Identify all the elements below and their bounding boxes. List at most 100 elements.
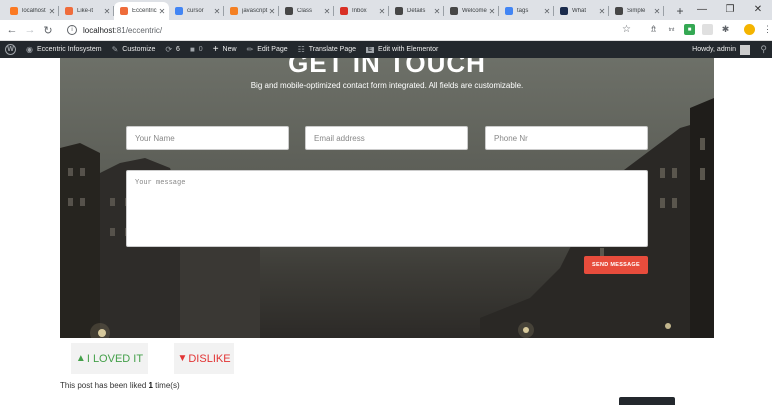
menu-icon[interactable]: ⋮ [762,24,772,35]
address-bar[interactable]: i localhost:81/eccentric/ [63,22,663,38]
forward-icon[interactable]: → [21,24,39,36]
info-icon[interactable]: i [67,25,77,35]
pencil-icon: ✏ [246,45,254,54]
new-content-link[interactable]: + New [213,44,237,55]
tab-close-icon[interactable]: ✕ [103,7,111,16]
plugin-icon [65,7,73,15]
google-icon [505,7,513,15]
like-summary-prefix: This post has been liked [60,381,149,390]
browser-tabstrip: localhost ✕ Like-it ✕ Eccentric ✕ cursor ✕ javas… [0,0,772,20]
dislike-label: DISLIKE [188,352,231,365]
browser-tab[interactable]: Like-it ✕ [59,2,114,20]
bookmark-star-icon[interactable]: ☆ [622,24,631,35]
site-name-link[interactable]: ◉ Eccentric Infosystem [26,45,102,54]
window-controls: — ❐ ✕ [688,0,772,18]
elementor-label: Edit with Elementor [378,46,439,53]
translate-icon: ☷ [297,45,305,54]
thumbs-down-icon: ▼ [177,353,188,364]
reload-icon[interactable]: ↻ [39,24,57,37]
tab-label: Inbox [352,8,367,14]
tab-label: Like-it [77,8,94,14]
updates-icon: ⟳ [165,45,173,54]
account-menu[interactable]: Howdy, admin [692,41,750,58]
browser-toolbar: ← → ↻ i localhost:81/eccentric/ ☆ ⇯ tnt … [0,20,772,41]
new-tab-button[interactable]: + [670,2,690,20]
tab-close-icon[interactable]: ✕ [378,7,386,16]
customize-label: Customize [122,46,156,53]
back-icon[interactable]: ← [3,24,21,36]
brush-icon: ✎ [111,45,119,54]
wordpress-icon[interactable]: W [5,44,16,55]
avatar [740,44,750,55]
xampp-icon [10,7,18,15]
tab-label: Welcome [462,8,487,14]
search-icon[interactable]: ⚲ [760,44,767,55]
browser-tab[interactable]: What ✕ [554,2,609,20]
dislike-button[interactable]: ▼ DISLIKE [174,343,234,374]
plus-icon: + [212,44,219,55]
name-input[interactable]: Your Name [126,126,289,150]
extension-icon[interactable]: ⇯ [648,24,659,35]
url-path: :81/eccentric/ [114,25,163,35]
browser-tab[interactable]: localhost ✕ [4,2,59,20]
url-host: localhost [83,25,115,35]
tab-close-icon[interactable]: ✕ [488,7,496,16]
customize-link[interactable]: ✎ Customize [112,45,156,54]
browser-tab[interactable]: Welcome ✕ [444,2,499,20]
browser-tab[interactable]: Class ✕ [279,2,334,20]
tab-label: What [572,8,587,14]
profile-avatar[interactable] [744,24,755,35]
plugin-icon [120,7,128,15]
translate-label: Translate Page [308,46,357,53]
extension-icon[interactable]: tnt [666,24,677,35]
browser-tab[interactable]: Inbox ✕ [334,2,389,20]
translate-page-link[interactable]: ☷ Translate Page [298,45,356,54]
edit-page-link[interactable]: ✏ Edit Page [247,45,288,54]
updates-count: 6 [176,46,180,53]
browser-tab[interactable]: Eccentric ✕ [114,2,169,20]
message-textarea[interactable]: Your message [126,170,648,247]
tab-list: localhost ✕ Like-it ✕ Eccentric ✕ cursor ✕ javas… [4,2,664,20]
arrow-a-icon [560,7,568,15]
maximize-icon[interactable]: ❐ [716,0,744,18]
tab-close-icon[interactable]: ✕ [268,7,276,16]
tab-close-icon[interactable]: ✕ [433,7,441,16]
browser-tab[interactable]: Simple ✕ [609,2,664,20]
comments-link[interactable]: ■ 0 [190,45,203,54]
email-input[interactable]: Email address [305,126,468,150]
wp-admin-bar: W ◉ Eccentric Infosystem ✎ Customize ⟳ 6 ■ 0… [0,41,772,58]
tab-close-icon[interactable]: ✕ [653,7,661,16]
wordpress-icon [395,7,403,15]
contact-subtitle: Big and mobile-optimized contact form in… [250,81,524,90]
tab-close-icon[interactable]: ✕ [48,7,56,16]
tab-close-icon[interactable]: ✕ [598,7,606,16]
gmail-icon [340,7,348,15]
extension-icon[interactable] [702,24,713,35]
browser-tab[interactable]: javascript ✕ [224,2,279,20]
tab-close-icon[interactable]: ✕ [158,7,166,16]
site-name-label: Eccentric Infosystem [36,46,102,53]
minimize-icon[interactable]: — [688,0,716,18]
extension-icon[interactable]: ■ [684,24,695,35]
phone-input[interactable]: Phone Nr [485,126,648,150]
send-message-button[interactable]: SEND MESSAGE [584,256,648,274]
like-label: I LOVED IT [86,352,144,365]
browser-tab[interactable]: cursor ✕ [169,2,224,20]
thumbs-up-icon: ▲ [75,353,86,364]
tab-close-icon[interactable]: ✕ [323,7,331,16]
puzzle-icon[interactable]: ✱ [720,24,731,35]
like-count-text: This post has been liked 1 time(s) [60,381,180,390]
elementor-icon: E [366,46,375,53]
browser-tab[interactable]: Details ✕ [389,2,444,20]
tab-label: Details [407,8,426,14]
tab-label: tags [517,8,529,14]
tab-close-icon[interactable]: ✕ [213,7,221,16]
tab-close-icon[interactable]: ✕ [543,7,551,16]
browser-tab[interactable]: tags ✕ [499,2,554,20]
comment-icon: ■ [189,45,195,54]
close-icon[interactable]: ✕ [744,0,772,18]
like-button[interactable]: ▲ I LOVED IT [71,343,148,374]
howdy-label: Howdy, admin [692,46,736,53]
updates-link[interactable]: ⟳ 6 [165,45,180,54]
elementor-link[interactable]: E Edit with Elementor [366,46,438,53]
